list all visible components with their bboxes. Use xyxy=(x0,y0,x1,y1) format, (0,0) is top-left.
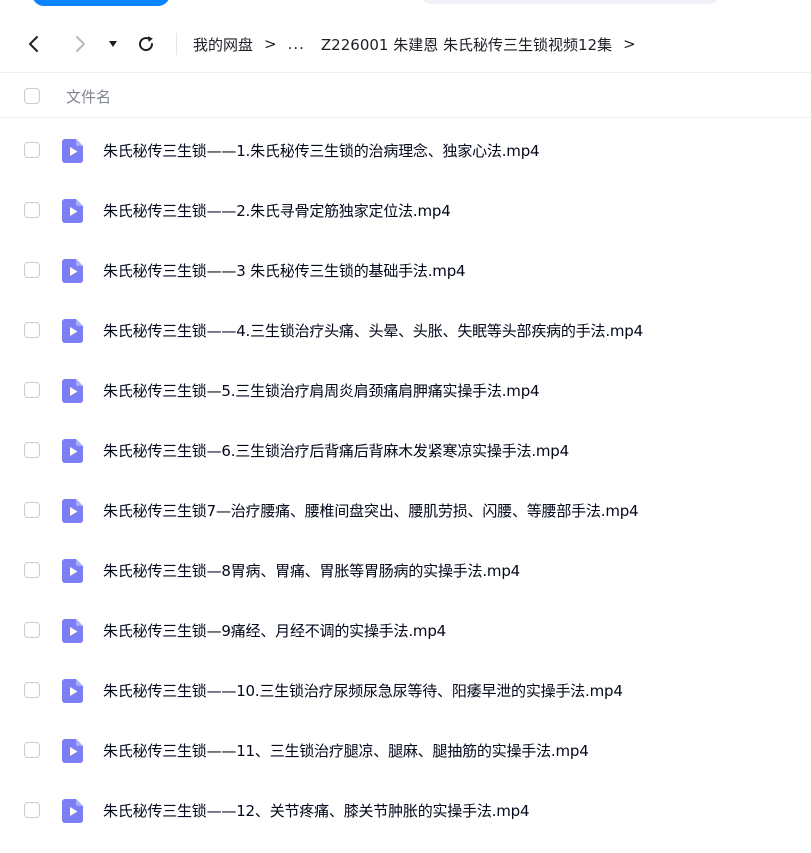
file-checkbox[interactable] xyxy=(24,202,40,218)
file-row[interactable]: 朱氏秘传三生锁7—治疗腰痛、腰椎间盘突出、腰肌劳损、闪腰、等腰部手法.mp4 xyxy=(0,481,811,541)
video-file-icon xyxy=(62,379,83,403)
chevron-left-icon xyxy=(29,36,38,52)
file-row[interactable]: 朱氏秘传三生锁——12、关节疼痛、膝关节肿胀的实操手法.mp4 xyxy=(0,781,811,841)
file-checkbox[interactable] xyxy=(24,802,40,818)
file-checkbox[interactable] xyxy=(24,442,40,458)
file-row[interactable]: 朱氏秘传三生锁—5.三生锁治疗肩周炎肩颈痛肩胛痛实操手法.mp4 xyxy=(0,361,811,421)
primary-action-button-edge[interactable] xyxy=(32,0,170,6)
file-name[interactable]: 朱氏秘传三生锁——10.三生锁治疗尿频尿急尿等待、阳痿早泄的实操手法.mp4 xyxy=(103,680,623,702)
file-checkbox[interactable] xyxy=(24,742,40,758)
file-name[interactable]: 朱氏秘传三生锁—5.三生锁治疗肩周炎肩颈痛肩胛痛实操手法.mp4 xyxy=(103,380,540,402)
file-name[interactable]: 朱氏秘传三生锁——1.朱氏秘传三生锁的治病理念、独家心法.mp4 xyxy=(103,140,540,162)
file-list: 朱氏秘传三生锁——1.朱氏秘传三生锁的治病理念、独家心法.mp4 朱氏秘传三生锁… xyxy=(0,121,811,841)
video-file-icon xyxy=(62,499,83,523)
breadcrumb-root[interactable]: 我的网盘 xyxy=(193,34,253,55)
column-header-filename[interactable]: 文件名 xyxy=(66,86,111,107)
file-row[interactable]: 朱氏秘传三生锁——1.朱氏秘传三生锁的治病理念、独家心法.mp4 xyxy=(0,121,811,181)
file-name[interactable]: 朱氏秘传三生锁——4.三生锁治疗头痛、头晕、头胀、失眠等头部疾病的手法.mp4 xyxy=(103,320,643,342)
divider xyxy=(0,72,811,73)
video-file-icon xyxy=(62,259,83,283)
file-name[interactable]: 朱氏秘传三生锁——2.朱氏寻骨定筋独家定位法.mp4 xyxy=(103,200,451,222)
history-dropdown-button[interactable] xyxy=(104,32,122,56)
file-row[interactable]: 朱氏秘传三生锁—8胃病、胃痛、胃胀等胃肠病的实操手法.mp4 xyxy=(0,541,811,601)
breadcrumb: 我的网盘 > ... Z226001 朱建恩 朱氏秘传三生锁视频12集 > xyxy=(193,34,647,54)
divider xyxy=(0,117,811,118)
file-checkbox[interactable] xyxy=(24,682,40,698)
video-file-icon xyxy=(62,439,83,463)
refresh-icon xyxy=(139,36,154,52)
video-file-icon xyxy=(62,799,83,823)
select-all-checkbox[interactable] xyxy=(24,88,40,104)
file-name[interactable]: 朱氏秘传三生锁—6.三生锁治疗后背痛后背麻木发紧寒凉实操手法.mp4 xyxy=(103,440,569,462)
navigation-bar: 我的网盘 > ... Z226001 朱建恩 朱氏秘传三生锁视频12集 > xyxy=(0,16,811,72)
file-row[interactable]: 朱氏秘传三生锁——2.朱氏寻骨定筋独家定位法.mp4 xyxy=(0,181,811,241)
file-row[interactable]: 朱氏秘传三生锁—6.三生锁治疗后背痛后背麻木发紧寒凉实操手法.mp4 xyxy=(0,421,811,481)
refresh-button[interactable] xyxy=(134,32,158,56)
breadcrumb-separator: > xyxy=(264,35,277,53)
file-row[interactable]: 朱氏秘传三生锁——4.三生锁治疗头痛、头晕、头胀、失眠等头部疾病的手法.mp4 xyxy=(0,301,811,361)
file-checkbox[interactable] xyxy=(24,622,40,638)
caret-down-icon xyxy=(109,41,117,47)
file-checkbox[interactable] xyxy=(24,562,40,578)
file-name[interactable]: 朱氏秘传三生锁—9痛经、月经不调的实操手法.mp4 xyxy=(103,620,446,642)
file-row[interactable]: 朱氏秘传三生锁——3 朱氏秘传三生锁的基础手法.mp4 xyxy=(0,241,811,301)
file-row[interactable]: 朱氏秘传三生锁—9痛经、月经不调的实操手法.mp4 xyxy=(0,601,811,661)
breadcrumb-ellipsis[interactable]: ... xyxy=(288,35,305,53)
video-file-icon xyxy=(62,139,83,163)
video-file-icon xyxy=(62,199,83,223)
file-checkbox[interactable] xyxy=(24,262,40,278)
file-row[interactable]: 朱氏秘传三生锁——11、三生锁治疗腿凉、腿麻、腿抽筋的实操手法.mp4 xyxy=(0,721,811,781)
file-checkbox[interactable] xyxy=(24,382,40,398)
file-name[interactable]: 朱氏秘传三生锁—8胃病、胃痛、胃胀等胃肠病的实操手法.mp4 xyxy=(103,560,520,582)
file-name[interactable]: 朱氏秘传三生锁——3 朱氏秘传三生锁的基础手法.mp4 xyxy=(103,260,466,282)
search-box-edge[interactable] xyxy=(420,0,720,4)
file-checkbox[interactable] xyxy=(24,502,40,518)
video-file-icon xyxy=(62,739,83,763)
file-name[interactable]: 朱氏秘传三生锁——12、关节疼痛、膝关节肿胀的实操手法.mp4 xyxy=(103,800,530,822)
video-file-icon xyxy=(62,619,83,643)
file-row[interactable]: 朱氏秘传三生锁——10.三生锁治疗尿频尿急尿等待、阳痿早泄的实操手法.mp4 xyxy=(0,661,811,721)
file-checkbox[interactable] xyxy=(24,322,40,338)
file-list-header: 文件名 xyxy=(0,78,811,114)
file-checkbox[interactable] xyxy=(24,142,40,158)
breadcrumb-separator-trailing: > xyxy=(623,35,636,53)
breadcrumb-current-folder[interactable]: Z226001 朱建恩 朱氏秘传三生锁视频12集 xyxy=(321,34,612,55)
top-toolbar-edge xyxy=(0,0,811,12)
video-file-icon xyxy=(62,679,83,703)
video-file-icon xyxy=(62,559,83,583)
chevron-right-icon xyxy=(76,36,85,52)
file-name[interactable]: 朱氏秘传三生锁7—治疗腰痛、腰椎间盘突出、腰肌劳损、闪腰、等腰部手法.mp4 xyxy=(103,500,639,522)
back-button[interactable] xyxy=(22,32,46,56)
file-name[interactable]: 朱氏秘传三生锁——11、三生锁治疗腿凉、腿麻、腿抽筋的实操手法.mp4 xyxy=(103,740,589,762)
video-file-icon xyxy=(62,319,83,343)
toolbar-divider xyxy=(176,33,177,55)
forward-button[interactable] xyxy=(68,32,92,56)
